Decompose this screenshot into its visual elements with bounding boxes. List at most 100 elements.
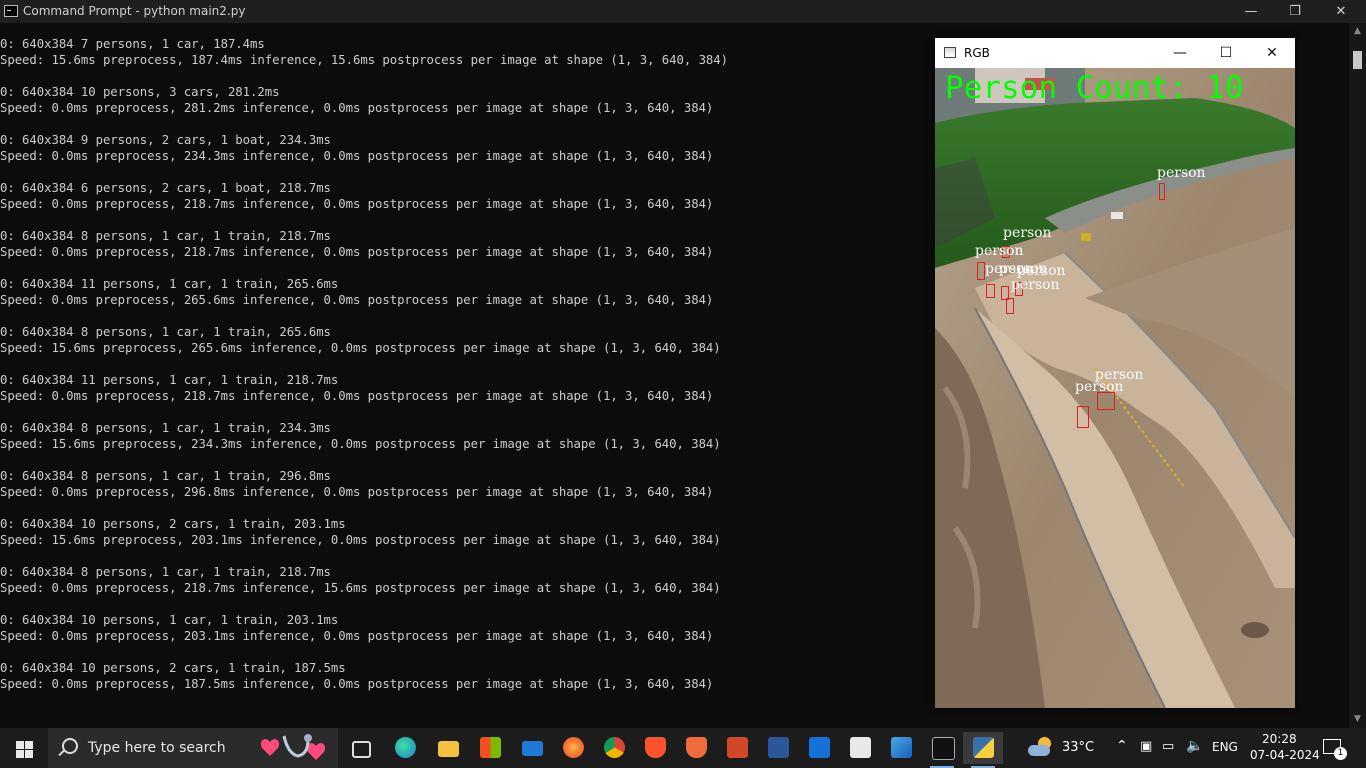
meet-now-icon[interactable]: ▣ — [1140, 739, 1152, 754]
scroll-thumb[interactable] — [1353, 51, 1362, 69]
person-detection-label: person — [1011, 277, 1060, 293]
close-button[interactable]: ✕ — [1318, 0, 1364, 23]
photos-icon[interactable] — [881, 732, 921, 764]
console-line: Speed: 0.0ms preprocess, 218.7ms inferen… — [0, 389, 714, 403]
language-indicator[interactable]: ENG — [1212, 740, 1238, 754]
rgb-maximize-button[interactable]: ☐ — [1203, 38, 1249, 68]
weather-icon[interactable] — [1028, 737, 1054, 757]
clock-time[interactable]: 20:28 — [1262, 732, 1297, 746]
windows-logo-icon-part — [25, 741, 33, 749]
windows-logo-icon-part — [25, 750, 33, 758]
console-line: 0: 640x384 8 persons, 1 car, 1 train, 21… — [0, 229, 331, 243]
console-line: Speed: 15.6ms preprocess, 187.4ms infere… — [0, 53, 728, 67]
console-line: 0: 640x384 8 persons, 1 car, 1 train, 21… — [0, 565, 331, 579]
start-button[interactable] — [0, 728, 48, 768]
brave-icon[interactable] — [635, 732, 675, 764]
rgb-window[interactable]: RGB — ☐ ✕ Person Count: 10 person person… — [935, 38, 1295, 708]
rgb-close-button[interactable]: ✕ — [1249, 38, 1295, 68]
file-explorer-icon[interactable] — [428, 732, 468, 764]
console-line: Speed: 0.0ms preprocess, 218.7ms inferen… — [0, 245, 714, 259]
person-detection-label: person — [1003, 225, 1052, 241]
person-detection-label: person — [1095, 367, 1144, 383]
powerpoint-icon[interactable] — [717, 732, 757, 764]
console-line: Speed: 0.0ms preprocess, 234.3ms inferen… — [0, 149, 714, 163]
windows-logo-icon-part — [16, 750, 24, 758]
person-bounding-box — [986, 284, 995, 298]
console-scrollbar[interactable]: ▲ ▼ — [1349, 23, 1366, 728]
volume-icon[interactable]: 🔈 — [1186, 738, 1203, 754]
person-count-label: Person Count: 10 — [945, 70, 1244, 106]
video-frame: Person Count: 10 person person person perso… — [935, 68, 1295, 708]
console-line: Speed: 0.0ms preprocess, 265.6ms inferen… — [0, 293, 714, 307]
microsoft-store-icon[interactable] — [470, 732, 510, 764]
person-detection-label: person — [1157, 165, 1206, 181]
person-bounding-box — [1077, 406, 1089, 428]
rgb-window-icon — [944, 47, 956, 58]
console-output[interactable]: 0: 640x384 7 persons, 1 car, 187.4ms Spee… — [0, 36, 930, 726]
console-line: Speed: 0.0ms preprocess, 281.2ms inferen… — [0, 101, 714, 115]
console-line: 0: 640x384 10 persons, 1 car, 1 train, 2… — [0, 613, 339, 627]
person-detection-label: person — [1017, 263, 1066, 279]
taskbar-search-box[interactable]: Type here to search — [48, 728, 338, 768]
console-line: 0: 640x384 8 persons, 1 car, 1 train, 23… — [0, 421, 331, 435]
notification-count-badge: 1 — [1334, 747, 1347, 760]
scroll-up-icon[interactable]: ▲ — [1349, 23, 1366, 40]
rgb-minimize-button[interactable]: — — [1157, 38, 1203, 68]
person-bounding-box — [1159, 183, 1165, 200]
task-view-button[interactable] — [340, 732, 380, 764]
python-icon[interactable] — [963, 732, 1003, 768]
person-detection-label: person — [975, 243, 1024, 259]
console-line: Speed: 15.6ms preprocess, 265.6ms infere… — [0, 341, 721, 355]
chrome-icon[interactable] — [594, 732, 634, 764]
clock-date[interactable]: 07-04-2024 — [1250, 748, 1320, 762]
firefox-icon[interactable] — [553, 732, 593, 764]
command-prompt-icon — [4, 5, 18, 17]
weather-temperature[interactable]: 33°C — [1062, 740, 1094, 755]
rgb-title-bar[interactable]: RGB — ☐ ✕ — [935, 38, 1295, 68]
document-app-icon[interactable] — [840, 732, 880, 764]
console-line: 0: 640x384 11 persons, 1 car, 1 train, 2… — [0, 277, 339, 291]
brave-beta-icon[interactable] — [676, 732, 716, 764]
scroll-down-icon[interactable]: ▼ — [1349, 711, 1366, 728]
rgb-window-title: RGB — [964, 46, 990, 60]
command-prompt-taskbar-icon[interactable] — [922, 732, 962, 768]
console-line: 0: 640x384 7 persons, 1 car, 187.4ms — [0, 37, 265, 51]
person-bounding-box — [1097, 392, 1115, 410]
search-highlight-icon — [260, 734, 326, 760]
person-bounding-box — [1006, 298, 1014, 314]
person-bounding-box — [977, 262, 985, 280]
console-line: 0: 640x384 11 persons, 1 car, 1 train, 2… — [0, 373, 339, 387]
word-icon[interactable] — [758, 732, 798, 764]
tray-chevron-up-icon[interactable]: ⌃ — [1116, 738, 1128, 754]
minimize-button[interactable]: — — [1228, 0, 1274, 23]
console-line: Speed: 15.6ms preprocess, 234.3ms infere… — [0, 437, 721, 451]
console-line: Speed: 15.6ms preprocess, 203.1ms infere… — [0, 533, 721, 547]
edge-icon[interactable] — [385, 732, 425, 764]
console-line: 0: 640x384 10 persons, 3 cars, 281.2ms — [0, 85, 280, 99]
taskbar: Type here to search 33°C ⌃ ▣ ▭ 🔈 ENG 20:… — [0, 728, 1366, 768]
console-line: 0: 640x384 9 persons, 2 cars, 1 boat, 23… — [0, 133, 331, 147]
network-icon[interactable]: ▭ — [1162, 739, 1174, 754]
console-line: 0: 640x384 10 persons, 2 cars, 1 train, … — [0, 517, 346, 531]
console-line: Speed: 0.0ms preprocess, 296.8ms inferen… — [0, 485, 714, 499]
window-title: Command Prompt - python main2.py — [23, 4, 246, 18]
mail-icon[interactable] — [512, 732, 552, 764]
app-blue-icon[interactable] — [799, 732, 839, 764]
search-placeholder: Type here to search — [88, 740, 226, 756]
search-icon — [62, 738, 78, 754]
maximize-button[interactable]: ❐ — [1272, 0, 1318, 23]
windows-logo-icon — [16, 741, 24, 749]
console-title-bar[interactable]: Command Prompt - python main2.py — ❐ ✕ — [0, 0, 1366, 23]
console-line: Speed: 0.0ms preprocess, 218.7ms inferen… — [0, 581, 721, 595]
console-line: Speed: 0.0ms preprocess, 187.5ms inferen… — [0, 677, 714, 691]
